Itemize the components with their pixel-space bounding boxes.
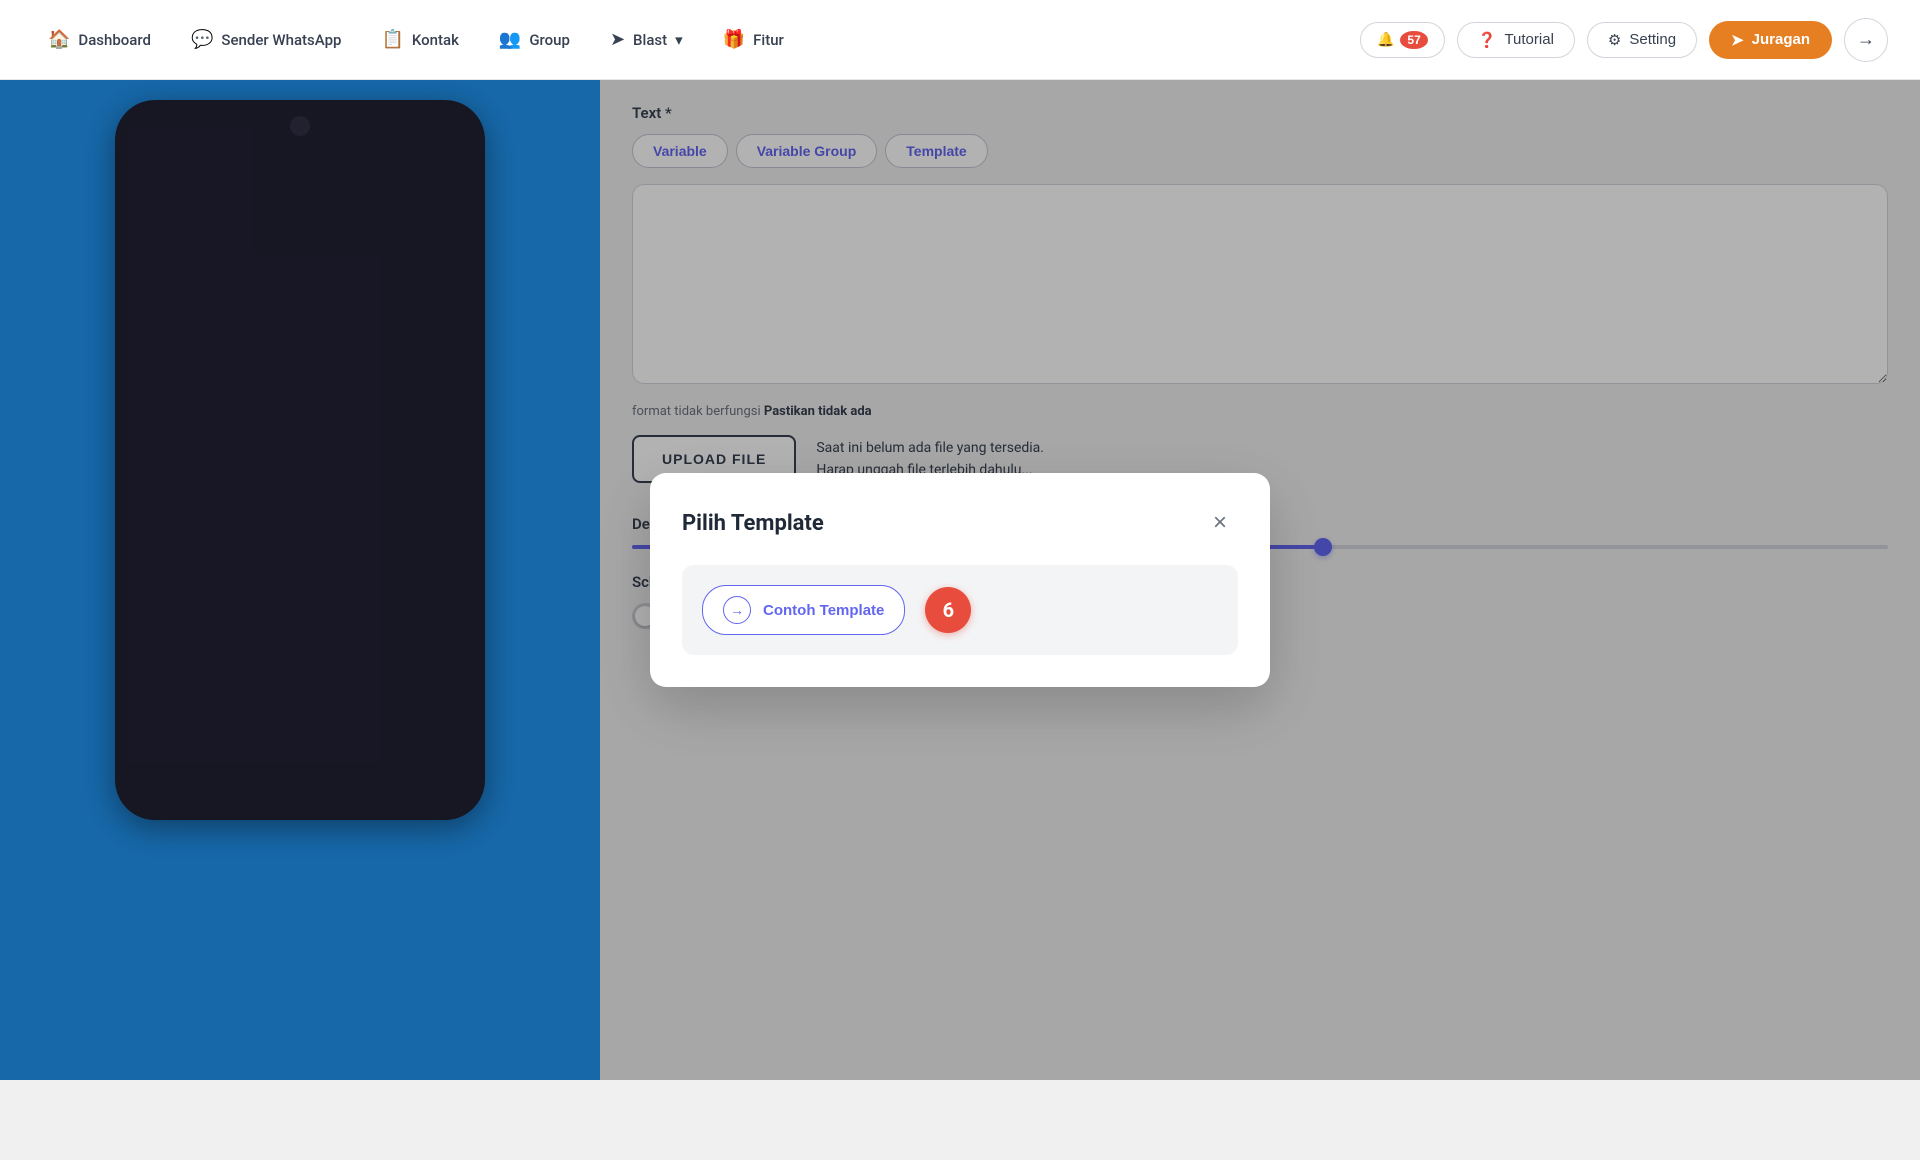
template-item-label: Contoh Template	[763, 602, 884, 619]
nav-sender-label: Sender WhatsApp	[221, 31, 341, 49]
juragan-button[interactable]: ➤ Juragan	[1709, 21, 1832, 59]
bell-icon: 🔔	[1377, 31, 1394, 48]
logout-icon: →	[1857, 29, 1875, 50]
juragan-icon: ➤	[1731, 31, 1744, 49]
template-badge: 6	[925, 587, 971, 633]
nav-sender[interactable]: 💬 Sender WhatsApp	[175, 21, 357, 58]
blast-dropdown-icon: ▾	[675, 31, 683, 49]
setting-label: Setting	[1629, 31, 1676, 48]
notification-badge: 57	[1400, 31, 1427, 49]
template-arrow-icon: →	[723, 596, 751, 624]
nav-kontak-label: Kontak	[412, 31, 459, 49]
notification-button[interactable]: 🔔 57	[1360, 22, 1445, 58]
tutorial-icon: ❓	[1478, 31, 1497, 49]
nav-fitur[interactable]: 🎁 Fitur	[707, 21, 800, 58]
tutorial-button[interactable]: ❓ Tutorial	[1457, 22, 1575, 58]
juragan-label: Juragan	[1752, 31, 1810, 48]
nav-dashboard-label: Dashboard	[78, 31, 151, 49]
fitur-icon: 🎁	[723, 29, 745, 50]
contoh-template-button[interactable]: → Contoh Template	[702, 585, 905, 635]
nav-dashboard[interactable]: 🏠 Dashboard	[32, 21, 167, 58]
logout-button[interactable]: →	[1844, 18, 1888, 62]
modal-title: Pilih Template	[682, 511, 824, 536]
nav-blast-label: Blast	[633, 31, 667, 49]
whatsapp-icon: 💬	[191, 29, 213, 50]
tutorial-label: Tutorial	[1504, 31, 1553, 48]
kontak-icon: 📋	[381, 29, 403, 50]
setting-button[interactable]: ⚙ Setting	[1587, 22, 1697, 58]
nav-blast[interactable]: ➤ Blast ▾	[594, 21, 699, 58]
nav-fitur-label: Fitur	[753, 31, 784, 49]
modal-overlay[interactable]: Pilih Template × → Contoh Template 6	[0, 80, 1920, 1080]
nav-right-actions: 🔔 57 ❓ Tutorial ⚙ Setting ➤ Juragan →	[1360, 18, 1888, 62]
modal: Pilih Template × → Contoh Template 6	[650, 473, 1270, 687]
nav-kontak[interactable]: 📋 Kontak	[365, 21, 474, 58]
dashboard-icon: 🏠	[48, 29, 70, 50]
modal-header: Pilih Template ×	[682, 505, 1238, 541]
modal-close-button[interactable]: ×	[1202, 505, 1238, 541]
blast-icon: ➤	[610, 29, 625, 50]
nav-group[interactable]: 👥 Group	[483, 21, 586, 58]
navbar: 🏠 Dashboard 💬 Sender WhatsApp 📋 Kontak 👥…	[0, 0, 1920, 80]
setting-icon: ⚙	[1608, 31, 1621, 49]
nav-group-label: Group	[529, 31, 570, 49]
group-icon: 👥	[499, 29, 521, 50]
modal-content: → Contoh Template 6	[682, 565, 1238, 655]
